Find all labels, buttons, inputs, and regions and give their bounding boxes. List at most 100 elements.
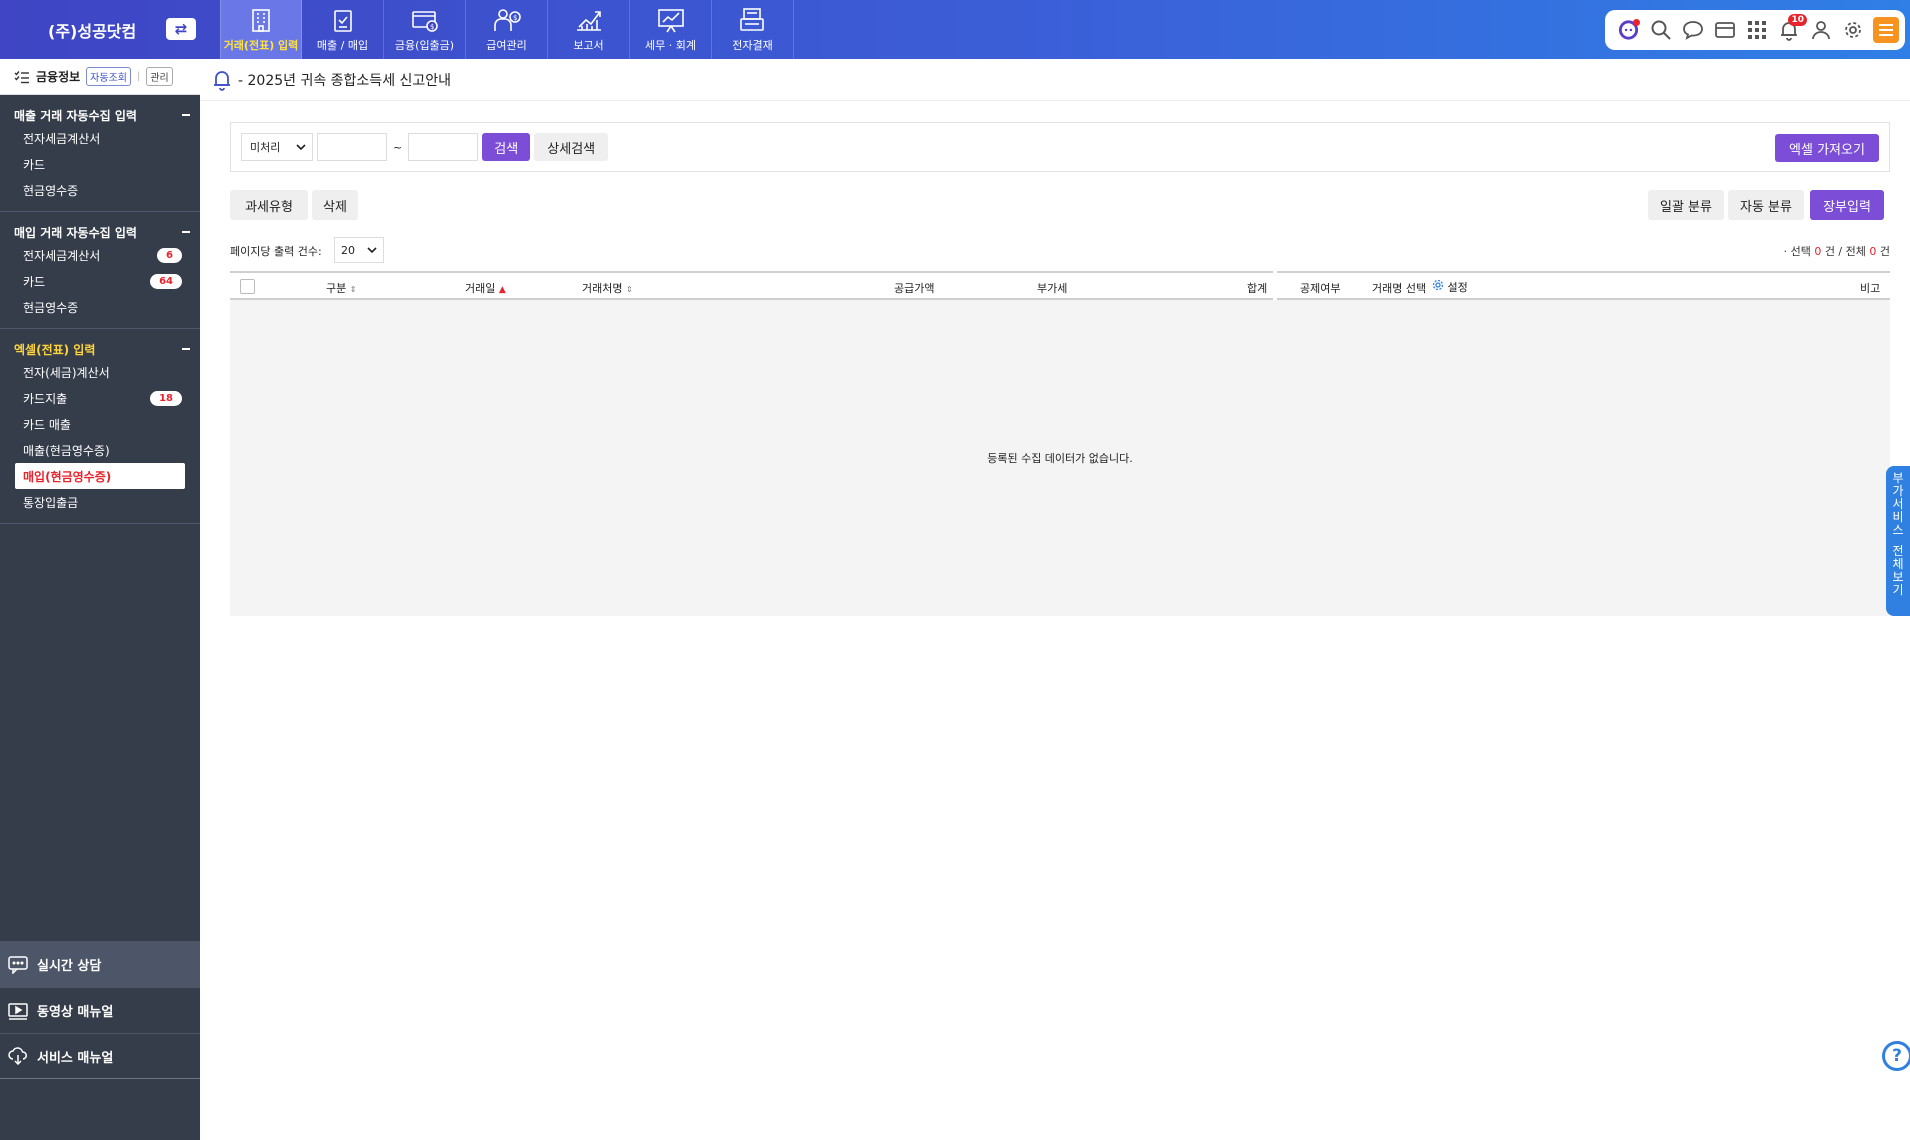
- excel-import-button[interactable]: 엑셀 가져오기: [1775, 134, 1879, 162]
- action-toolbar: 과세유형 삭제 일괄 분류 자동 분류 장부입력: [230, 190, 1890, 220]
- section-title-label: 매입 거래 자동수집 입력: [14, 225, 137, 240]
- nav-payroll[interactable]: $ 급여관리: [466, 0, 548, 59]
- collapse-icon[interactable]: [182, 231, 190, 233]
- sort-icon: ⇕: [625, 285, 633, 294]
- sidebar-item-label: 카드: [23, 274, 46, 289]
- start-date-input[interactable]: [317, 133, 387, 161]
- sidebar-item-excel-card-sales[interactable]: 카드 매출: [0, 411, 200, 437]
- sidebar-title: 금융정보: [36, 70, 81, 84]
- select-all-checkbox[interactable]: [240, 279, 255, 294]
- manage-button[interactable]: 관리: [146, 67, 173, 86]
- sidebar-header: 금융정보 자동조회 | 관리: [0, 59, 200, 95]
- gear-icon[interactable]: [1841, 19, 1864, 42]
- nav-e-approval[interactable]: 전자결재: [712, 0, 794, 59]
- section-title[interactable]: 매입 거래 자동수집 입력: [0, 222, 200, 242]
- sidebar-item-label: 카드지출: [23, 391, 68, 406]
- sidebar-item-sales-cash-receipt[interactable]: 현금영수증: [0, 177, 200, 203]
- hamburger-menu-icon[interactable]: [1873, 17, 1899, 43]
- nav-sales-purchase[interactable]: 매출 / 매입: [302, 0, 384, 59]
- bottom-link-label: 실시간 상담: [37, 959, 102, 974]
- card-money-icon: $: [411, 11, 438, 32]
- chevron-down-icon: [296, 143, 306, 150]
- search-icon[interactable]: [1649, 19, 1672, 42]
- sidebar-item-label: 전자세금계산서: [23, 248, 101, 263]
- service-manual-link[interactable]: 서비스 매뉴얼: [0, 1033, 200, 1079]
- settings-label: 설정: [1447, 281, 1468, 294]
- bulk-classify-button[interactable]: 일괄 분류: [1648, 190, 1724, 220]
- sidebar-item-excel-sales-cash[interactable]: 매출(현금영수증): [0, 437, 200, 463]
- sidebar-item-label: 통장입출금: [23, 495, 79, 510]
- ledger-input-button[interactable]: 장부입력: [1810, 190, 1884, 220]
- switch-company-icon[interactable]: ⇄: [166, 18, 196, 40]
- selection-summary: · 선택 0 건 / 전체 0 건: [1784, 243, 1890, 259]
- sidebar-item-sales-etax[interactable]: 전자세금계산서: [0, 125, 200, 151]
- bell-icon[interactable]: 10: [1777, 13, 1807, 42]
- nav-finance[interactable]: $ 금융(입출금): [384, 0, 466, 59]
- search-button[interactable]: 검색: [482, 133, 531, 161]
- top-bar: (주)성공닷컴 ⇄ 거래(전표) 입력 매출 / 매입 $ 금융(입출금) $: [0, 0, 1910, 59]
- col-memo: 비고: [1860, 282, 1881, 295]
- help-icon[interactable]: ?: [1882, 1041, 1910, 1071]
- sidebar-item-label: 카드 매출: [23, 417, 71, 432]
- sidebar-item-excel-card-expense[interactable]: 카드지출 18: [0, 385, 200, 411]
- checklist-icon: [14, 70, 29, 83]
- svg-text:$: $: [513, 14, 517, 22]
- video-manual-link[interactable]: 동영상 매뉴얼: [0, 987, 200, 1033]
- card-icon[interactable]: [1713, 19, 1736, 42]
- divider: |: [136, 71, 141, 82]
- payroll-icon: $: [493, 9, 521, 31]
- sort-icon: ⇕: [349, 285, 357, 294]
- sidebar-item-sales-card[interactable]: 카드: [0, 151, 200, 177]
- detail-search-button[interactable]: 상세검색: [534, 133, 609, 161]
- sort-asc-icon: ▲: [498, 285, 506, 295]
- auto-query-button[interactable]: 자동조회: [86, 67, 131, 86]
- summary-mid: 건 / 전체: [1824, 245, 1866, 258]
- collapse-icon[interactable]: [182, 348, 190, 350]
- chart-up-icon: [576, 11, 601, 31]
- col-account: 거래명 선택: [1372, 282, 1427, 295]
- status-select[interactable]: 미처리: [241, 133, 313, 161]
- sidebar-item-excel-purchase-cash[interactable]: 매입(현금영수증): [15, 463, 185, 489]
- sidebar-item-purchase-etax[interactable]: 전자세금계산서 6: [0, 242, 200, 268]
- nav-label: 보고서: [573, 39, 604, 52]
- main-nav: 거래(전표) 입력 매출 / 매입 $ 금융(입출금) $ 급여관리 보고서 세…: [220, 0, 794, 59]
- end-date-input[interactable]: [408, 133, 479, 161]
- tax-type-button[interactable]: 과세유형: [230, 190, 308, 220]
- nav-reports[interactable]: 보고서: [548, 0, 630, 59]
- col-date[interactable]: 거래일 ▲: [465, 280, 506, 296]
- section-title[interactable]: 엑셀(전표) 입력: [0, 339, 200, 359]
- user-icon[interactable]: [1809, 19, 1832, 42]
- sidebar-item-excel-bank[interactable]: 통장입출금: [0, 489, 200, 515]
- col-vat: 부가세: [1037, 282, 1068, 295]
- nav-label: 매출 / 매입: [316, 39, 369, 52]
- total-count: 0: [1869, 245, 1877, 258]
- chat-bubble-icon[interactable]: [1681, 19, 1704, 42]
- rows-per-page-select[interactable]: 20: [334, 237, 384, 263]
- col-vendor[interactable]: 거래처명 ⇕: [582, 280, 633, 296]
- sidebar-item-label: 매입(현금영수증): [23, 469, 112, 484]
- sidebar-item-purchase-cash-receipt[interactable]: 현금영수증: [0, 294, 200, 320]
- delete-button[interactable]: 삭제: [312, 190, 358, 220]
- notification-count: 10: [1788, 13, 1807, 26]
- filter-bar: 미처리 ~ 검색 상세검색 엑셀 가져오기: [230, 122, 1890, 172]
- col-type[interactable]: 구분 ⇕: [326, 280, 356, 296]
- section-title-label: 엑셀(전표) 입력: [14, 342, 96, 357]
- account-settings[interactable]: 설정: [1432, 279, 1468, 295]
- auto-classify-button[interactable]: 자동 분류: [1728, 190, 1804, 220]
- additional-services-tab[interactable]: 부 가 서 비 스 전 체 보 기: [1886, 466, 1910, 616]
- sidebar-item-purchase-card[interactable]: 카드 64: [0, 268, 200, 294]
- live-consult-link[interactable]: 실시간 상담: [0, 941, 200, 987]
- sidebar-item-label: 전자(세금)계산서: [23, 365, 110, 380]
- sidebar-section-excel: 엑셀(전표) 입력 전자(세금)계산서 카드지출 18 카드 매출 매출(현금영수…: [0, 329, 200, 524]
- nav-tax-accounting[interactable]: 세무 · 회계: [630, 0, 712, 59]
- collapse-icon[interactable]: [182, 114, 190, 116]
- chatbot-icon[interactable]: [1617, 18, 1640, 42]
- list-info-row: 페이지당 출력 건수: 20 · 선택 0 건 / 전체 0 건: [230, 237, 1890, 263]
- bottom-link-label: 동영상 매뉴얼: [37, 1005, 114, 1020]
- notice-bar[interactable]: - 2025년 귀속 종합소득세 신고안내: [200, 59, 1910, 101]
- nav-transaction-entry[interactable]: 거래(전표) 입력: [220, 0, 302, 59]
- section-title[interactable]: 매출 거래 자동수집 입력: [0, 105, 200, 125]
- apps-grid-icon[interactable]: [1745, 19, 1768, 42]
- sidebar-item-label: 현금영수증: [23, 183, 79, 198]
- sidebar-item-excel-etax[interactable]: 전자(세금)계산서: [0, 359, 200, 385]
